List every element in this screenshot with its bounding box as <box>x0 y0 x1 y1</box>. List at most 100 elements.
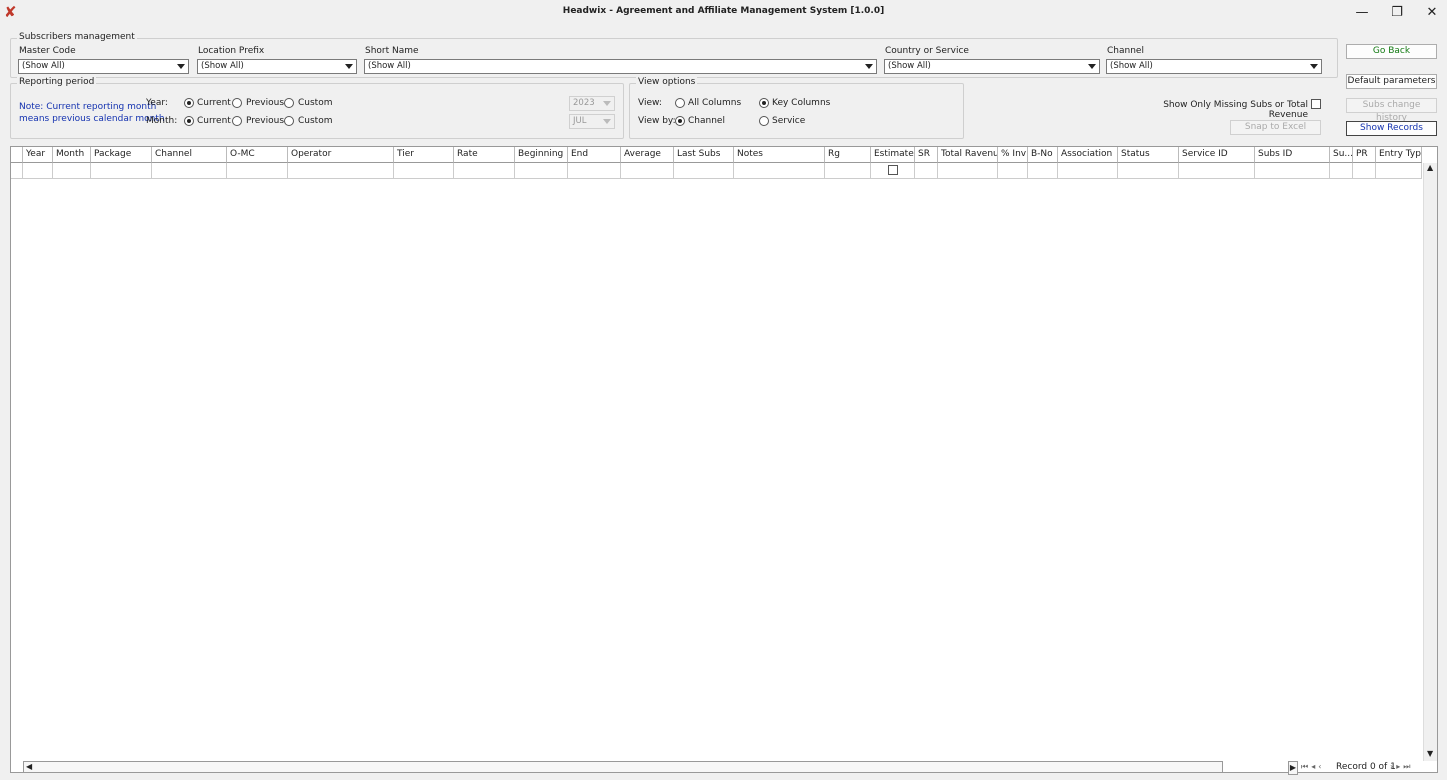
close-button[interactable]: ✕ <box>1420 4 1444 21</box>
short-name-combo[interactable]: (Show All) <box>364 59 877 74</box>
scroll-left-icon[interactable]: ◀ <box>26 762 32 772</box>
column-header[interactable]: Entry Type <box>1376 147 1422 163</box>
column-header[interactable]: Association <box>1058 147 1118 163</box>
horizontal-scrollbar[interactable]: ◀ <box>23 761 1223 773</box>
year-previous-radio[interactable] <box>232 98 242 108</box>
column-header[interactable]: Beginning <box>515 147 568 163</box>
first-prev-record-icons[interactable]: ⏮◂‹ <box>1301 762 1324 772</box>
grid-cell[interactable] <box>227 163 288 179</box>
missing-subs-checkbox[interactable] <box>1311 99 1321 109</box>
view-key-columns-radio[interactable] <box>759 98 769 108</box>
row-selector-header <box>11 147 23 163</box>
column-header[interactable]: End <box>568 147 621 163</box>
column-header[interactable]: B-No <box>1028 147 1058 163</box>
column-header[interactable]: Rg <box>825 147 871 163</box>
view-by-label: View by: <box>638 116 676 126</box>
grid-cell[interactable] <box>53 163 91 179</box>
chevron-down-icon <box>177 64 185 69</box>
grid-cell[interactable] <box>871 163 915 179</box>
grid-cell[interactable] <box>938 163 998 179</box>
grid-cell[interactable] <box>1255 163 1330 179</box>
column-header[interactable]: Year <box>23 147 53 163</box>
grid-cell[interactable] <box>568 163 621 179</box>
view-by-service-radio[interactable] <box>759 116 769 126</box>
year-current-radio[interactable] <box>184 98 194 108</box>
grid-cell[interactable] <box>621 163 674 179</box>
column-header[interactable]: Estimated <box>871 147 915 163</box>
column-header[interactable]: Operator <box>288 147 394 163</box>
column-header[interactable]: Service ID <box>1179 147 1255 163</box>
location-prefix-combo[interactable]: (Show All) <box>197 59 357 74</box>
grid-cell[interactable] <box>152 163 227 179</box>
master-code-combo[interactable]: (Show All) <box>18 59 189 74</box>
column-header[interactable]: Month <box>53 147 91 163</box>
country-service-combo[interactable]: (Show All) <box>884 59 1100 74</box>
country-service-label: Country or Service <box>885 46 969 56</box>
minimize-button[interactable]: — <box>1350 4 1374 21</box>
go-back-button[interactable]: Go Back <box>1346 44 1437 59</box>
grid-cell[interactable] <box>825 163 871 179</box>
column-header[interactable]: Tier <box>394 147 454 163</box>
column-header[interactable]: SR <box>915 147 938 163</box>
grid-cell[interactable] <box>394 163 454 179</box>
grid-cell[interactable] <box>454 163 515 179</box>
column-header[interactable]: O-MC <box>227 147 288 163</box>
view-all-columns-radio[interactable] <box>675 98 685 108</box>
grid-cell[interactable] <box>1353 163 1376 179</box>
grid-cell[interactable] <box>915 163 938 179</box>
view-by-channel-radio[interactable] <box>675 116 685 126</box>
chevron-down-icon <box>1088 64 1096 69</box>
grid-cell[interactable] <box>674 163 734 179</box>
scroll-up-icon[interactable]: ▲ <box>1427 163 1433 172</box>
column-header[interactable]: Subs ID <box>1255 147 1330 163</box>
estimated-checkbox[interactable] <box>888 165 898 175</box>
grid-cell[interactable] <box>23 163 53 179</box>
next-last-record-icons[interactable]: ›▸⏭ <box>1390 762 1413 772</box>
column-header[interactable]: % Inv <box>998 147 1028 163</box>
column-header[interactable]: Package <box>91 147 152 163</box>
grid-cell[interactable] <box>734 163 825 179</box>
grid-cell[interactable] <box>1376 163 1422 179</box>
grid-cell[interactable] <box>1179 163 1255 179</box>
grid-cell[interactable] <box>288 163 394 179</box>
month-previous-radio[interactable] <box>232 116 242 126</box>
scroll-down-icon[interactable]: ▼ <box>1427 749 1433 758</box>
year-select[interactable]: 2023 <box>569 96 615 111</box>
column-header[interactable]: Average <box>621 147 674 163</box>
grid-cell[interactable] <box>1028 163 1058 179</box>
vertical-scrollbar[interactable]: ▲ ▼ <box>1423 163 1437 761</box>
column-header[interactable]: Total Ravenue <box>938 147 998 163</box>
subscribers-group-title: Subscribers management <box>17 32 137 42</box>
column-header[interactable]: Last Subs <box>674 147 734 163</box>
column-header[interactable]: Su... <box>1330 147 1353 163</box>
month-select[interactable]: JUL <box>569 114 615 129</box>
column-header[interactable]: Notes <box>734 147 825 163</box>
records-grid[interactable]: Year Month Package Channel O-MC Operator Tier R… <box>10 146 1438 775</box>
default-parameters-button[interactable]: Default parameters <box>1346 74 1437 89</box>
grid-cell[interactable] <box>1118 163 1179 179</box>
grid-cell[interactable] <box>1058 163 1118 179</box>
grid-cell[interactable] <box>515 163 568 179</box>
year-custom-radio[interactable] <box>284 98 294 108</box>
grid-cell[interactable] <box>91 163 152 179</box>
restore-button[interactable]: ❐ <box>1385 4 1409 21</box>
row-selector[interactable] <box>11 163 23 179</box>
month-select-value: JUL <box>573 116 587 126</box>
column-header[interactable]: Rate <box>454 147 515 163</box>
column-header[interactable]: PR <box>1353 147 1376 163</box>
scroll-right-icon[interactable]: ▶ <box>1288 761 1298 775</box>
missing-subs-label: Show Only Missing Subs or Total Revenue <box>1163 100 1308 120</box>
column-header[interactable]: Status <box>1118 147 1179 163</box>
location-prefix-value: (Show All) <box>201 61 244 71</box>
view-all-columns-label: All Columns <box>688 98 742 108</box>
month-custom-radio[interactable] <box>284 116 294 126</box>
column-header[interactable]: Channel <box>152 147 227 163</box>
month-current-radio[interactable] <box>184 116 194 126</box>
country-service-value: (Show All) <box>888 61 931 71</box>
channel-combo[interactable]: (Show All) <box>1106 59 1322 74</box>
show-records-button[interactable]: Show Records <box>1346 121 1437 136</box>
snap-to-excel-button[interactable]: Snap to Excel <box>1230 120 1321 135</box>
subs-change-history-button[interactable]: Subs change history <box>1346 98 1437 123</box>
grid-cell[interactable] <box>1330 163 1353 179</box>
grid-cell[interactable] <box>998 163 1028 179</box>
